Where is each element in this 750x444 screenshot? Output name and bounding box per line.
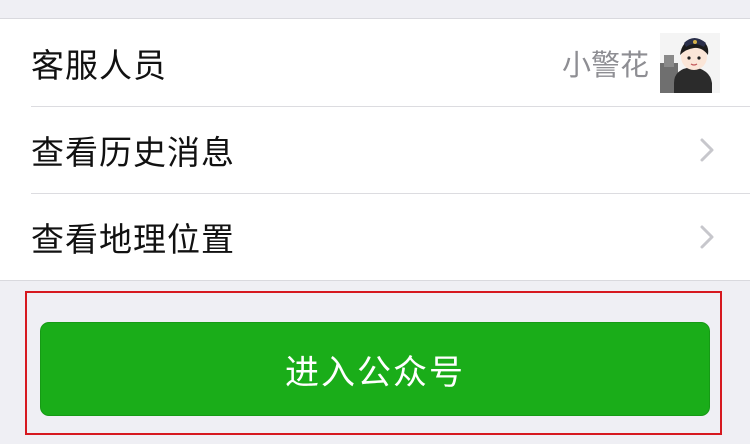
location-row[interactable]: 查看地理位置: [0, 193, 750, 280]
settings-list: 客服人员 小警花 查看历史消息 查看地理位置: [0, 19, 750, 281]
action-footer: 进入公众号: [0, 281, 750, 444]
history-messages-label: 查看历史消息: [31, 132, 235, 172]
customer-service-name: 小警花: [561, 47, 649, 82]
chevron-right-icon: [700, 225, 714, 248]
location-label: 查看地理位置: [31, 219, 235, 259]
avatar[interactable]: [660, 32, 720, 93]
customer-service-row[interactable]: 客服人员 小警花: [0, 19, 750, 106]
top-spacer: [0, 0, 750, 19]
history-messages-detail: [694, 106, 750, 193]
history-messages-row[interactable]: 查看历史消息: [0, 106, 750, 193]
chevron-right-icon: [700, 138, 714, 161]
location-detail: [694, 193, 750, 280]
avatar-icon: [660, 32, 720, 93]
customer-service-detail: 小警花: [562, 19, 750, 106]
customer-service-label: 客服人员: [31, 45, 167, 85]
official-account-profile-screen: 客服人员 小警花 查看历史消息 查看地理位置 进入公众号: [0, 0, 750, 444]
enter-official-account-button[interactable]: 进入公众号: [40, 322, 710, 416]
